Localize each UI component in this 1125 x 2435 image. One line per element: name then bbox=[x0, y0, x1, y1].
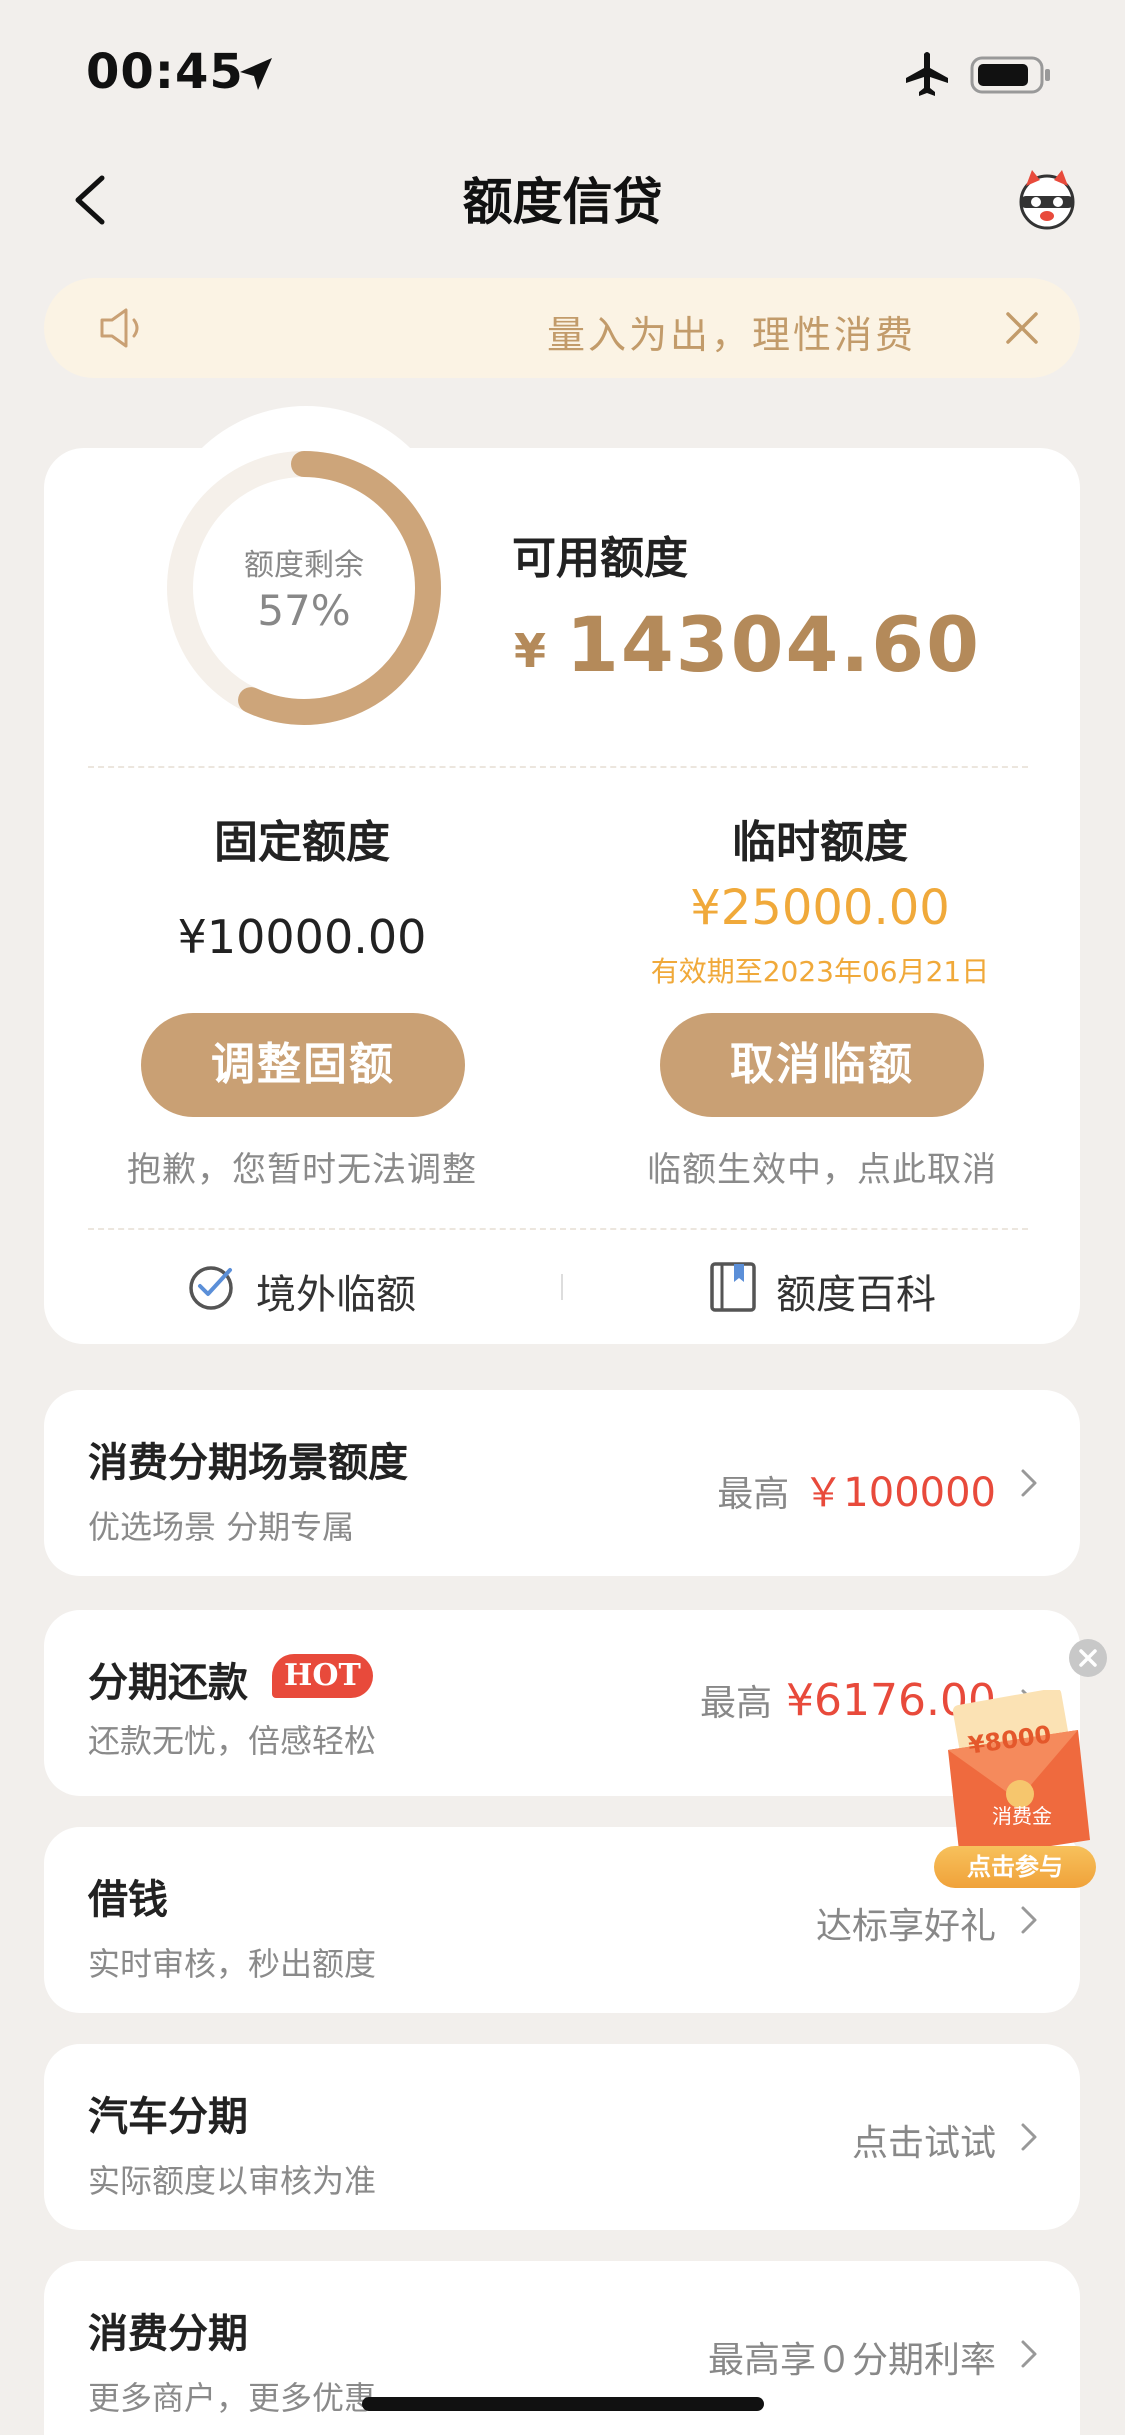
battery-icon bbox=[970, 56, 1050, 94]
close-icon[interactable] bbox=[1002, 308, 1042, 348]
service-card-installment-scene[interactable]: 消费分期场景额度 优选场景 分期专属 最高 ￥100000 bbox=[44, 1390, 1080, 1576]
service-right-text: 最高享０分期利率 bbox=[707, 2340, 996, 2381]
home-indicator bbox=[362, 2397, 764, 2411]
fixed-credit-amount: ¥10000.00 bbox=[177, 910, 427, 964]
promo-close-icon[interactable] bbox=[1068, 1638, 1108, 1678]
service-card-installment-repay[interactable]: 分期还款 HOT 还款无忧，倍感轻松 最高 ¥6176.00 bbox=[44, 1610, 1080, 1796]
service-subtitle: 优选场景 分期专属 bbox=[88, 1508, 355, 1546]
max-label: 最高 bbox=[717, 1474, 790, 1515]
service-title: 汽车分期 bbox=[88, 2094, 248, 2140]
notice-text: 量入为出，理性消费 bbox=[546, 313, 916, 357]
service-subtitle: 实时审核，秒出额度 bbox=[88, 1945, 377, 1983]
status-bar: 00:45 bbox=[0, 0, 1125, 150]
service-right-text: 点击试试 bbox=[851, 2123, 996, 2164]
ring-label: 额度剩余 bbox=[244, 548, 364, 583]
service-card-borrow[interactable]: 借钱 实时审核，秒出额度 达标享好礼 bbox=[44, 1827, 1080, 2013]
chevron-right-icon bbox=[1021, 1906, 1037, 1934]
service-card-car-installment[interactable]: 汽车分期 实际额度以审核为准 点击试试 bbox=[44, 2044, 1080, 2230]
page-title: 额度信贷 bbox=[462, 173, 663, 231]
max-amount: ￥100000 bbox=[803, 1470, 996, 1516]
promo-subtitle: 消费金 bbox=[992, 1804, 1052, 1828]
available-credit-label: 可用额度 bbox=[512, 533, 688, 584]
credit-wiki-link[interactable]: 额度百科 bbox=[706, 1258, 966, 1318]
promo-join-button[interactable]: 点击参与 bbox=[934, 1846, 1096, 1888]
divider bbox=[88, 1228, 1028, 1230]
temp-credit-expiry: 有效期至2023年06月21日 bbox=[650, 955, 990, 988]
fixed-credit-title: 固定额度 bbox=[214, 817, 390, 868]
mascot-avatar-icon[interactable] bbox=[1014, 166, 1080, 232]
overseas-temp-credit-label: 境外临额 bbox=[256, 1272, 416, 1318]
service-title: 消费分期场景额度 bbox=[88, 1440, 408, 1486]
temp-credit-amount: ¥25000.00 bbox=[690, 880, 950, 936]
service-subtitle: 更多商户，更多优惠 bbox=[88, 2379, 377, 2417]
location-arrow-icon bbox=[240, 58, 272, 90]
nav-header: 额度信贷 bbox=[0, 150, 1125, 250]
available-credit-amount: 14304.60 bbox=[566, 600, 982, 689]
cancel-temp-button[interactable]: 取消临额 bbox=[660, 1013, 984, 1117]
chevron-right-icon bbox=[1021, 2340, 1037, 2368]
speaker-icon bbox=[100, 308, 139, 348]
globe-plane-icon bbox=[189, 1266, 233, 1310]
service-right-value: 最高 ￥100000 bbox=[717, 1460, 996, 1518]
adjust-fixed-button[interactable]: 调整固额 bbox=[141, 1013, 465, 1117]
service-title: 分期还款 bbox=[88, 1660, 248, 1706]
overseas-temp-credit-link[interactable]: 境外临额 bbox=[186, 1258, 446, 1318]
available-credit-currency: ¥ bbox=[514, 624, 547, 678]
notice-bar: 量入为出，理性消费 bbox=[44, 278, 1080, 378]
chevron-right-icon bbox=[1021, 1469, 1037, 1497]
adjust-fixed-note: 抱歉，您暂时无法调整 bbox=[127, 1150, 477, 1190]
divider bbox=[88, 766, 1028, 768]
service-title: 消费分期 bbox=[88, 2311, 248, 2357]
service-right-text: 达标享好礼 bbox=[815, 1906, 996, 1947]
service-title: 借钱 bbox=[88, 1877, 168, 1923]
airplane-mode-icon bbox=[906, 52, 948, 96]
cancel-temp-note[interactable]: 临额生效中，点此取消 bbox=[612, 1142, 1032, 1191]
service-subtitle: 实际额度以审核为准 bbox=[88, 2162, 377, 2200]
status-time: 00:45 bbox=[86, 44, 244, 100]
hot-badge: HOT bbox=[272, 1654, 373, 1698]
service-subtitle: 还款无忧，倍感轻松 bbox=[88, 1722, 377, 1760]
chevron-right-icon bbox=[1021, 2123, 1037, 2151]
credit-wiki-label: 额度百科 bbox=[776, 1272, 936, 1318]
ring-value: 57% bbox=[257, 586, 351, 635]
max-label: 最高 bbox=[700, 1683, 773, 1724]
link-divider bbox=[561, 1274, 563, 1300]
book-icon bbox=[710, 1262, 756, 1312]
temp-credit-title: 临时额度 bbox=[732, 817, 908, 868]
